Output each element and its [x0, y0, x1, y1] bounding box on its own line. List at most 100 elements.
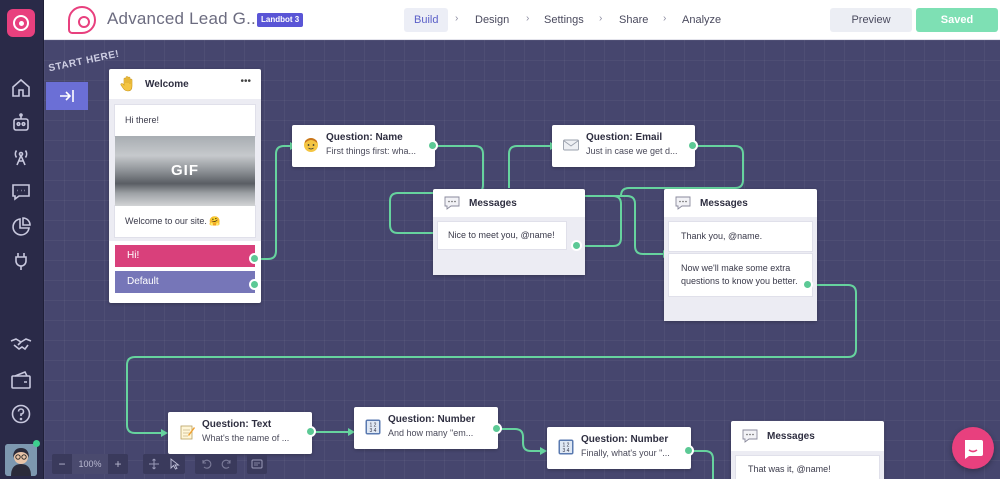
- node-title: Messages: [700, 197, 748, 209]
- button-default[interactable]: Default: [115, 271, 255, 293]
- sidebar: [0, 0, 44, 479]
- bot-icon[interactable]: [9, 111, 33, 135]
- output-handle[interactable]: [249, 279, 260, 290]
- speech-bubble-icon: [742, 429, 758, 443]
- home-icon[interactable]: [9, 76, 33, 100]
- chevron-right-icon: ›: [663, 13, 667, 24]
- gif-image: GIF: [115, 136, 255, 206]
- flow-canvas[interactable]: START HERE! Welcome ••• Hi there! GIF We…: [44, 40, 1000, 479]
- chevron-right-icon: ›: [455, 13, 459, 24]
- billing-icon[interactable]: [9, 368, 33, 392]
- connector-messages-to-email: [508, 145, 551, 188]
- button-label: Hi!: [127, 250, 140, 261]
- output-handle[interactable]: [802, 279, 813, 290]
- node-question-number[interactable]: 1 2 3 4 Question: Number And how many "e…: [354, 407, 498, 449]
- tab-build[interactable]: Build: [404, 8, 449, 32]
- bot-title[interactable]: Advanced Lead G...: [107, 9, 261, 29]
- message-bubble: Now we'll make some extra questions to k…: [669, 254, 812, 296]
- node-title: Question: Name: [326, 132, 403, 143]
- output-handle[interactable]: [571, 240, 582, 251]
- node-title: Question: Number: [388, 414, 476, 425]
- chevron-right-icon: ›: [526, 13, 530, 24]
- zoom-controls: − 100% +: [52, 454, 128, 474]
- help-icon[interactable]: [9, 402, 33, 426]
- chat-icon[interactable]: [9, 180, 33, 204]
- analytics-icon[interactable]: [9, 215, 33, 239]
- support-chat-button[interactable]: [952, 427, 994, 469]
- top-bar: Advanced Lead G... Landbot 3 Build › Des…: [44, 0, 1000, 40]
- numbers-icon: 1 2 3 4: [365, 419, 381, 435]
- button-hi[interactable]: Hi!: [115, 245, 255, 267]
- note-icon[interactable]: [251, 459, 263, 469]
- output-handle[interactable]: [249, 253, 260, 264]
- button-label: Default: [127, 276, 159, 287]
- saved-button[interactable]: Saved: [916, 8, 998, 32]
- pointer-icon[interactable]: [170, 458, 180, 470]
- node-subtitle: What's the name of ...: [202, 433, 290, 443]
- broadcast-icon[interactable]: [9, 145, 33, 169]
- message-bubble: That was it, @name!: [736, 456, 879, 479]
- person-icon: [304, 138, 318, 152]
- node-question-text[interactable]: Question: Text What's the name of ...: [168, 412, 312, 454]
- preview-button[interactable]: Preview: [830, 8, 912, 32]
- chevron-right-icon: ›: [599, 13, 603, 24]
- message-bubble: Thank you, @name.: [669, 222, 812, 251]
- node-subtitle: And how many "em...: [388, 428, 474, 438]
- zoom-out-button[interactable]: −: [52, 454, 72, 474]
- speech-bubble-icon: [675, 196, 691, 210]
- tab-design[interactable]: Design: [475, 8, 509, 32]
- node-menu-icon[interactable]: •••: [240, 76, 251, 87]
- gif-label: GIF: [171, 162, 199, 179]
- welcome-greeting: Hi there!: [115, 105, 255, 136]
- node-question-name[interactable]: Question: Name First things first: wha..…: [292, 125, 435, 167]
- node-title: Question: Email: [586, 132, 663, 143]
- output-handle[interactable]: [687, 140, 698, 151]
- handshake-icon[interactable]: [9, 332, 33, 356]
- node-welcome[interactable]: Welcome ••• Hi there! GIF Welcome to our…: [109, 69, 261, 303]
- numbers-icon: 1 2 3 4: [558, 439, 574, 455]
- output-handle[interactable]: [305, 426, 316, 437]
- notes-tool: [247, 454, 267, 474]
- pan-icon[interactable]: [148, 458, 160, 470]
- waving-hand-icon: [120, 76, 133, 92]
- node-title: Question: Text: [202, 419, 272, 430]
- zoom-in-button[interactable]: +: [108, 454, 128, 474]
- cursor-tools: [143, 454, 185, 474]
- node-subtitle: First things first: wha...: [326, 146, 417, 156]
- redo-icon[interactable]: [221, 458, 233, 470]
- output-handle[interactable]: [491, 423, 502, 434]
- tab-settings[interactable]: Settings: [544, 8, 584, 32]
- node-messages-2[interactable]: Messages Thank you, @name. Now we'll mak…: [664, 189, 817, 321]
- node-subtitle: Just in case we get d...: [586, 146, 678, 156]
- avatar[interactable]: [5, 444, 37, 476]
- chat-icon: [965, 440, 983, 459]
- node-question-email[interactable]: Question: Email Just in case we get d...: [552, 125, 695, 167]
- node-messages-3[interactable]: Messages That was it, @name!: [731, 421, 884, 479]
- envelope-icon: [563, 139, 579, 151]
- output-handle[interactable]: [427, 140, 438, 151]
- svg-text:3 4: 3 4: [370, 428, 377, 434]
- bot-avatar-icon: [68, 6, 96, 34]
- tab-analyze[interactable]: Analyze: [682, 8, 721, 32]
- landbot-logo[interactable]: [7, 9, 35, 37]
- start-button[interactable]: [46, 82, 88, 110]
- history-tools: [195, 454, 237, 474]
- node-subtitle: Finally, what's your "...: [581, 448, 670, 458]
- tab-share[interactable]: Share: [619, 8, 648, 32]
- integrations-icon[interactable]: [9, 249, 33, 273]
- plan-badge: Landbot 3: [257, 13, 304, 27]
- undo-icon[interactable]: [200, 458, 212, 470]
- node-question-number-2[interactable]: 1 2 3 4 Question: Number Finally, what's…: [547, 427, 691, 469]
- node-title: Messages: [767, 430, 815, 442]
- node-messages-1[interactable]: Messages Nice to meet you, @name!: [433, 189, 585, 275]
- message-bubble: Nice to meet you, @name!: [438, 222, 566, 249]
- welcome-message: Welcome to our site. 🤗: [115, 206, 255, 237]
- notepad-icon: [180, 425, 195, 440]
- arrow-right-to-line-icon: [60, 90, 74, 102]
- node-title: Welcome: [145, 78, 189, 90]
- output-handle[interactable]: [683, 445, 694, 456]
- node-title: Messages: [469, 197, 517, 209]
- node-title: Question: Number: [581, 434, 669, 445]
- online-status-dot: [33, 440, 40, 447]
- svg-text:3 4: 3 4: [563, 448, 570, 454]
